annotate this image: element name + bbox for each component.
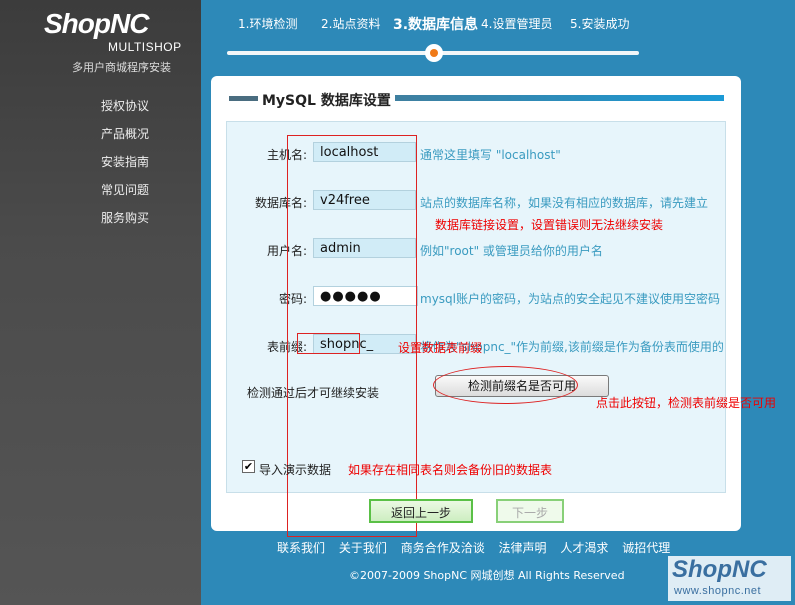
user-hint: 例如"root" 或管理员给你的用户名 bbox=[420, 244, 603, 258]
import-demo-checkbox[interactable]: ✔ bbox=[242, 460, 255, 473]
import-note: 如果存在相同表名则会备份旧的数据表 bbox=[348, 463, 553, 477]
step-site-info: 2.站点资料 bbox=[321, 17, 381, 31]
progress-indicator bbox=[425, 44, 443, 62]
footer-link-jobs[interactable]: 人才渴求 bbox=[560, 541, 608, 555]
footer-link-contact[interactable]: 联系我们 bbox=[277, 541, 325, 555]
db-annotation: 数据库链接设置，设置错误则无法继续安装 bbox=[435, 218, 664, 232]
footer-link-business[interactable]: 商务合作及洽谈 bbox=[401, 541, 485, 555]
footer-links: 联系我们 关于我们 商务合作及洽谈 法律声明 人才渴求 诚招代理 bbox=[277, 539, 680, 556]
footer-link-legal[interactable]: 法律声明 bbox=[499, 541, 547, 555]
step-db-info: 3.数据库信息 bbox=[393, 17, 479, 33]
shopnc-logo: ShopNC bbox=[44, 8, 149, 39]
sidebar-item-license[interactable]: 授权协议 bbox=[101, 98, 149, 126]
dbname-hint: 站点的数据库名称，如果没有相应的数据库，请先建立 bbox=[420, 196, 709, 210]
annotation-frame-prefix bbox=[297, 333, 360, 354]
sidebar-item-guide[interactable]: 安装指南 bbox=[101, 154, 149, 182]
step-install-done: 5.安装成功 bbox=[570, 17, 630, 31]
password-hint: mysql账户的密码，为站点的安全起见不建议使用空密码 bbox=[420, 292, 720, 306]
title-decor-right bbox=[394, 95, 724, 101]
watermark-url: www.shopnc.net bbox=[674, 585, 762, 597]
checkmark-icon: ✔ bbox=[243, 460, 254, 473]
panel-title: MySQL 数据库设置 bbox=[258, 90, 395, 110]
button-annotation: 点击此按钮，检测表前缀是否可用 bbox=[596, 396, 777, 410]
sidebar: ShopNC MULTISHOP 多用户商城程序安装 授权协议 产品概况 安装指… bbox=[0, 0, 201, 605]
step-admin-setup: 4.设置管理员 bbox=[481, 17, 553, 31]
copyright: ©2007-2009 ShopNC 网城创想 All Rights Reserv… bbox=[349, 569, 625, 582]
next-step-button[interactable]: 下一步 bbox=[496, 499, 564, 523]
watermark-brand: ShopNC bbox=[672, 556, 767, 583]
host-hint: 通常这里填写 "localhost" bbox=[420, 148, 561, 162]
prev-step-button[interactable]: 返回上一步 bbox=[369, 499, 473, 523]
side-nav: 授权协议 产品概况 安装指南 常见问题 服务购买 bbox=[101, 98, 149, 238]
sidebar-item-purchase[interactable]: 服务购买 bbox=[101, 210, 149, 238]
footer-link-agents[interactable]: 诚招代理 bbox=[622, 541, 670, 555]
step-env-check: 1.环境检测 bbox=[238, 17, 298, 31]
annotation-ellipse-check bbox=[433, 366, 578, 404]
sidebar-item-overview[interactable]: 产品概况 bbox=[101, 126, 149, 154]
logo-tagline: 多用户商城程序安装 bbox=[72, 61, 171, 74]
footer-link-about[interactable]: 关于我们 bbox=[339, 541, 387, 555]
title-decor-left bbox=[229, 96, 259, 101]
sidebar-item-faq[interactable]: 常见问题 bbox=[101, 182, 149, 210]
prefix-annotation: 设置数据表前缀 bbox=[398, 341, 483, 355]
logo-subtitle: MULTISHOP bbox=[108, 40, 182, 54]
import-demo-label[interactable]: 导入演示数据 bbox=[259, 461, 331, 478]
watermark-logo: ShopNC www.shopnc.net bbox=[668, 556, 791, 601]
